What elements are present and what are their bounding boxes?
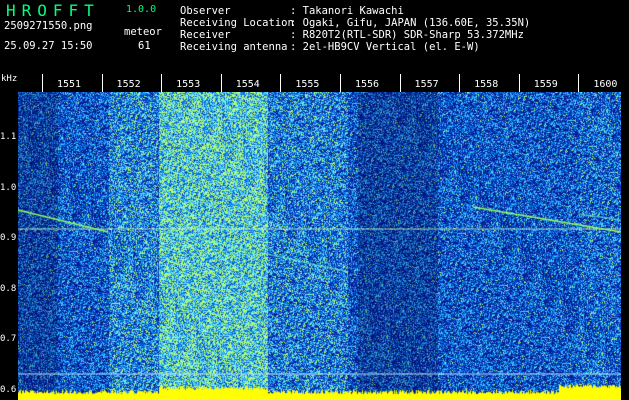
- time-tick: [399, 74, 401, 92]
- spectrogram-panel: [18, 92, 621, 400]
- time-label-1558: 1558: [474, 79, 499, 90]
- time-tick: [518, 74, 520, 92]
- freq-label: 1.1: [0, 132, 17, 143]
- time-tick: [578, 74, 580, 92]
- spectrogram-canvas: [18, 92, 621, 400]
- time-label-1552: 1552: [116, 79, 141, 90]
- time-label-1600: 1600: [593, 79, 618, 90]
- freq-label: 0.6: [0, 384, 17, 395]
- app-version: 1.0.0: [126, 4, 157, 15]
- antenna-value: : 2el-HB9CV Vertical (el. E-W): [290, 41, 480, 53]
- receiver-label: Receiver: [180, 29, 231, 41]
- detection-mode: meteor: [124, 26, 162, 38]
- frequency-axis: kHz 1.1 1.0 0.9 0.8 0.7 0.6: [0, 74, 23, 400]
- time-label-1551: 1551: [56, 79, 82, 90]
- observer-label: Observer: [180, 5, 231, 17]
- time-label-1556: 1556: [354, 79, 380, 90]
- observer-value: : Takanori Kawachi: [290, 5, 404, 17]
- frequency-unit: kHz: [1, 74, 18, 84]
- receiver-value: : R820T2(RTL-SDR) SDR-Sharp 53.372MHz: [290, 29, 524, 41]
- header-panel: HROFFT 1.0.0 2509271550.png 25.09.27 15:…: [0, 0, 629, 74]
- antenna-label: Receiving antenna: [180, 41, 288, 53]
- time-tick: [459, 74, 461, 92]
- time-tick: [161, 74, 163, 92]
- time-label-1554: 1554: [235, 79, 260, 90]
- time-axis: 1551 1552 1553 1554 1555 1556 1557 1558 1559 1600: [18, 74, 621, 92]
- location-value: : Ogaki, Gifu, JAPAN (136.60E, 35.35N): [290, 17, 531, 29]
- freq-label: 0.7: [0, 334, 17, 345]
- time-tick: [101, 74, 103, 92]
- time-tick: [340, 74, 341, 92]
- app-name: HROFFT: [6, 1, 100, 20]
- time-label-1557: 1557: [414, 79, 439, 90]
- time-tick: [42, 74, 43, 92]
- time-label-1555: 1555: [295, 79, 320, 90]
- capture-datetime: 25.09.27 15:50: [4, 40, 93, 52]
- time-label-1553: 1553: [176, 79, 201, 90]
- location-label: Receiving Location: [180, 17, 294, 29]
- freq-label: 0.8: [0, 283, 17, 294]
- time-tick: [280, 74, 282, 92]
- meteor-count: 61: [138, 40, 151, 52]
- freq-label: 1.0: [0, 182, 17, 193]
- time-tick: [220, 74, 222, 92]
- file-name: 2509271550.png: [4, 20, 93, 32]
- time-label-1559: 1559: [533, 79, 558, 90]
- freq-label: 0.9: [0, 233, 17, 244]
